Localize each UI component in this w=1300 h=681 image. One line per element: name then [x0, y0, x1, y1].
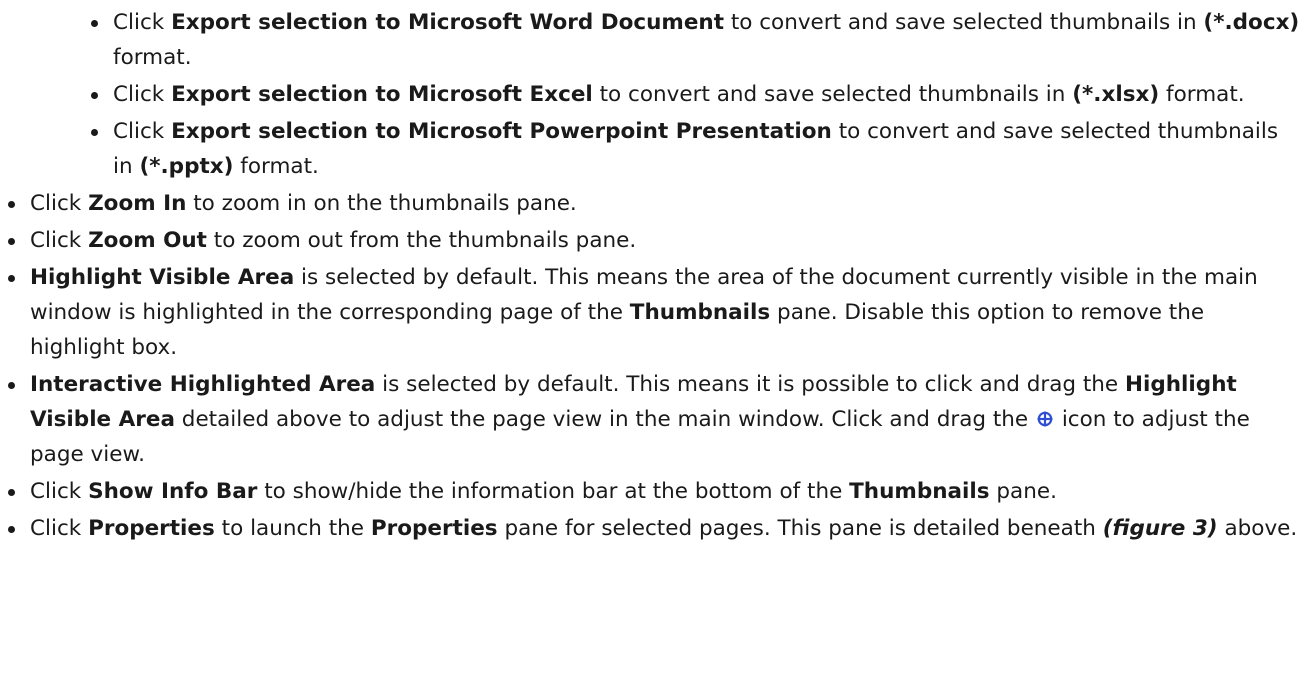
text: Click: [113, 82, 172, 107]
list-item-zoom-in: Click Zoom In to zoom in on the thumbnai…: [8, 186, 1300, 221]
file-extension: (*.pptx): [139, 154, 234, 179]
text: Click: [30, 479, 89, 504]
text: to show/hide the information bar at the …: [257, 479, 850, 504]
command-name: Highlight Visible Area: [30, 265, 295, 290]
figure-reference: (figure 3): [1102, 516, 1218, 541]
list-item-export-excel: Click Export selection to Microsoft Exce…: [91, 77, 1300, 112]
command-name: Properties: [88, 516, 215, 541]
list-item-interactive-highlighted-area: Interactive Highlighted Area is selected…: [8, 367, 1300, 472]
text: format.: [113, 45, 192, 70]
text: above.: [1217, 516, 1298, 541]
text: format.: [1159, 82, 1245, 107]
command-name: Zoom In: [88, 191, 187, 216]
text: Click: [113, 10, 172, 35]
text: pane for selected pages. This pane is de…: [497, 516, 1103, 541]
pane-name: Properties: [370, 516, 498, 541]
list-item-export-word: Click Export selection to Microsoft Word…: [91, 5, 1300, 75]
export-options-sublist: Click Export selection to Microsoft Word…: [0, 0, 1300, 184]
pane-name: Thumbnails: [629, 300, 771, 325]
command-name: Show Info Bar: [88, 479, 258, 504]
list-item-show-info-bar: Click Show Info Bar to show/hide the inf…: [8, 474, 1300, 509]
text: Click: [30, 191, 89, 216]
text: to launch the: [214, 516, 371, 541]
list-item-zoom-out: Click Zoom Out to zoom out from the thum…: [8, 223, 1300, 258]
document-body: Click Export selection to Microsoft Word…: [0, 0, 1300, 681]
text: is selected by default. This means it is…: [375, 372, 1125, 397]
text: to convert and save selected thumbnails …: [723, 10, 1204, 35]
command-name: Interactive Highlighted Area: [30, 372, 376, 397]
text: Click: [30, 228, 89, 253]
list-item-export-powerpoint: Click Export selection to Microsoft Powe…: [91, 114, 1300, 184]
text: to convert and save selected thumbnails …: [592, 82, 1073, 107]
text: detailed above to adjust the page view i…: [174, 407, 1035, 432]
text: to zoom out from the thumbnails pane.: [206, 228, 637, 253]
text: pane.: [989, 479, 1057, 504]
list-item-properties: Click Properties to launch the Propertie…: [8, 511, 1300, 546]
text: Click: [30, 516, 89, 541]
file-extension: (*.docx): [1203, 10, 1300, 35]
text: to zoom in on the thumbnails pane.: [186, 191, 577, 216]
file-extension: (*.xlsx): [1072, 82, 1160, 107]
command-name: Export selection to Microsoft Excel: [171, 82, 593, 107]
text: Click: [113, 119, 172, 144]
thumbnail-options-list: Click Zoom In to zoom in on the thumbnai…: [0, 186, 1300, 546]
pane-name: Thumbnails: [849, 479, 990, 504]
command-name: Export selection to Microsoft Powerpoint…: [171, 119, 832, 144]
list-item-highlight-visible-area: Highlight Visible Area is selected by de…: [8, 260, 1300, 365]
crosshair-move-icon: [1037, 403, 1053, 427]
text: format.: [233, 154, 319, 179]
command-name: Zoom Out: [88, 228, 207, 253]
command-name: Export selection to Microsoft Word Docum…: [171, 10, 724, 35]
